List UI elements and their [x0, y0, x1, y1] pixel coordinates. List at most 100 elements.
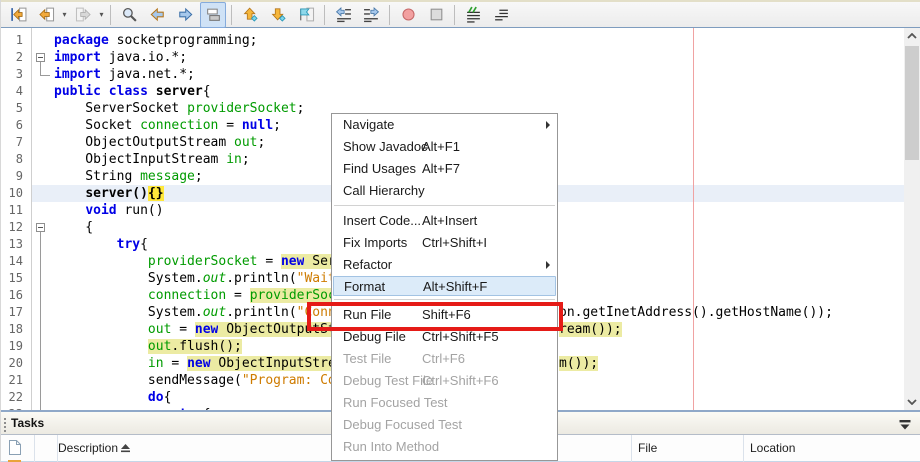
- fold-guide-line: [40, 62, 41, 75]
- previous-bookmark-button[interactable]: [237, 2, 263, 28]
- line-number: 5: [15, 101, 23, 115]
- dropdown-arrow-icon[interactable]: ▾: [60, 10, 69, 19]
- shift-line-left-button[interactable]: [330, 2, 356, 28]
- toolbar-separator: [389, 4, 390, 25]
- menu-item-run-into-method: Run Into Method: [332, 436, 557, 458]
- line-number: 8: [15, 152, 23, 166]
- column-separator: [743, 435, 744, 462]
- toggle-highlight-icon: [205, 6, 222, 23]
- fold-guide-corner: [40, 75, 50, 76]
- previous-bookmark-icon: [242, 6, 259, 23]
- menu-separator: [332, 202, 557, 210]
- forward-icon: [75, 6, 92, 23]
- forward-button: [70, 2, 96, 28]
- find-next-button[interactable]: [172, 2, 198, 28]
- menu-item-shortcut: Alt+Shift+F: [423, 279, 488, 294]
- column-separator: [34, 435, 35, 462]
- line-number: 1: [15, 33, 23, 47]
- menu-item-refactor[interactable]: Refactor: [332, 254, 557, 276]
- find-next-icon: [177, 6, 194, 23]
- task-type-icon: [8, 439, 22, 461]
- context-menu: Navigate Show Javadoc Alt+F1 Find Usages Alt…: [331, 113, 558, 461]
- menu-item-shortcut: Alt+F1: [422, 139, 460, 154]
- code-line: {: [54, 220, 94, 235]
- menu-item-fix-imports[interactable]: Fix Imports Ctrl+Shift+I: [332, 232, 557, 254]
- comment-icon: [465, 6, 482, 23]
- code-line: Socket connection = null;: [54, 118, 281, 133]
- column-header-location[interactable]: Location: [750, 441, 795, 455]
- code-line: public class server{: [54, 84, 211, 99]
- toolbar-separator: [110, 4, 111, 25]
- next-bookmark-button[interactable]: [265, 2, 291, 28]
- shift-right-icon: [363, 6, 380, 23]
- code-line: String message;: [54, 169, 203, 184]
- submenu-arrow-icon: [546, 121, 550, 129]
- line-number: 19: [8, 339, 23, 353]
- toolbar-separator: [454, 4, 455, 25]
- scroll-up-arrow-icon[interactable]: [904, 28, 920, 44]
- uncomment-button[interactable]: [488, 2, 514, 28]
- menu-item-label: Test File: [343, 351, 392, 366]
- stop-macro-icon: [428, 6, 445, 23]
- menu-item-label: Navigate: [343, 117, 395, 132]
- line-number: 7: [15, 135, 23, 149]
- menu-item-insert-code[interactable]: Insert Code... Alt+Insert: [332, 210, 557, 232]
- code-line: package socketprogramming;: [54, 33, 258, 48]
- dropdown-arrow-icon: ▾: [99, 10, 104, 19]
- start-macro-recording-button[interactable]: [395, 2, 421, 28]
- scrollbar-thumb[interactable]: [905, 46, 919, 160]
- line-number: 20: [8, 356, 23, 370]
- menu-item-run-focused-test: Run Focused Test: [332, 392, 557, 414]
- line-number: 12: [8, 220, 23, 234]
- menu-item-label: Show Javadoc: [343, 139, 428, 154]
- line-number: 3: [15, 67, 23, 81]
- line-number: 16: [8, 288, 23, 302]
- fold-toggle-icon[interactable]: [36, 223, 45, 232]
- menu-item-shortcut: Ctrl+Shift+F6: [422, 373, 499, 388]
- menu-item-call-hierarchy[interactable]: Call Hierarchy: [332, 180, 557, 202]
- comment-button[interactable]: [460, 2, 486, 28]
- jump-last-edit-location-button[interactable]: [5, 2, 31, 28]
- menu-item-debug-focused-test: Debug Focused Test: [332, 414, 557, 436]
- line-number: 9: [15, 169, 23, 183]
- menu-item-find-usages[interactable]: Find Usages Alt+F7: [332, 158, 557, 180]
- menu-item-navigate[interactable]: Navigate: [332, 114, 557, 136]
- menu-item-show-javadoc[interactable]: Show Javadoc Alt+F1: [332, 136, 557, 158]
- menu-item-label: Debug Test File: [343, 373, 434, 388]
- find-selection-button[interactable]: [116, 2, 142, 28]
- right-margin-line: [693, 28, 694, 410]
- column-header-description[interactable]: Description: [58, 441, 131, 455]
- toggle-bookmark-button[interactable]: [293, 2, 319, 28]
- scroll-down-arrow-icon[interactable]: [904, 394, 920, 410]
- toolbar-separator: [324, 4, 325, 25]
- find-selection-icon: [121, 6, 138, 23]
- line-number: 21: [8, 373, 23, 387]
- column-header-file[interactable]: File: [638, 441, 657, 455]
- column-separator: [631, 435, 632, 462]
- back-icon: [38, 6, 55, 23]
- line-number: 13: [8, 237, 23, 251]
- find-previous-button[interactable]: [144, 2, 170, 28]
- menu-item-format[interactable]: Format Alt+Shift+F: [333, 276, 556, 296]
- line-number: 6: [15, 118, 23, 132]
- line-number: 10: [8, 186, 23, 200]
- shift-line-right-button[interactable]: [358, 2, 384, 28]
- line-number: 18: [8, 322, 23, 336]
- stop-macro-recording-button[interactable]: [423, 2, 449, 28]
- next-bookmark-icon: [270, 6, 287, 23]
- editor-scrollbar[interactable]: [904, 28, 920, 410]
- editor-toolbar: ▾ ▾: [1, 0, 920, 28]
- minimize-window-group-icon[interactable]: [899, 418, 911, 430]
- code-line: try{: [116, 237, 148, 252]
- menu-item-shortcut: Alt+Insert: [422, 213, 478, 228]
- menu-item-label: Refactor: [343, 257, 393, 272]
- uncomment-icon: [493, 6, 510, 23]
- menu-item-debug-test-file: Debug Test File Ctrl+Shift+F6: [332, 370, 557, 392]
- menu-item-shortcut: Ctrl+Shift+I: [422, 235, 488, 250]
- code-line: ObjectOutputStream out;: [54, 135, 266, 150]
- back-button[interactable]: [33, 2, 59, 28]
- code-line: import java.net.*;: [54, 67, 195, 82]
- fold-toggle-icon[interactable]: [36, 53, 45, 62]
- toggle-highlight-search-button[interactable]: [200, 1, 226, 28]
- code-line: ObjectInputStream in;: [54, 152, 250, 167]
